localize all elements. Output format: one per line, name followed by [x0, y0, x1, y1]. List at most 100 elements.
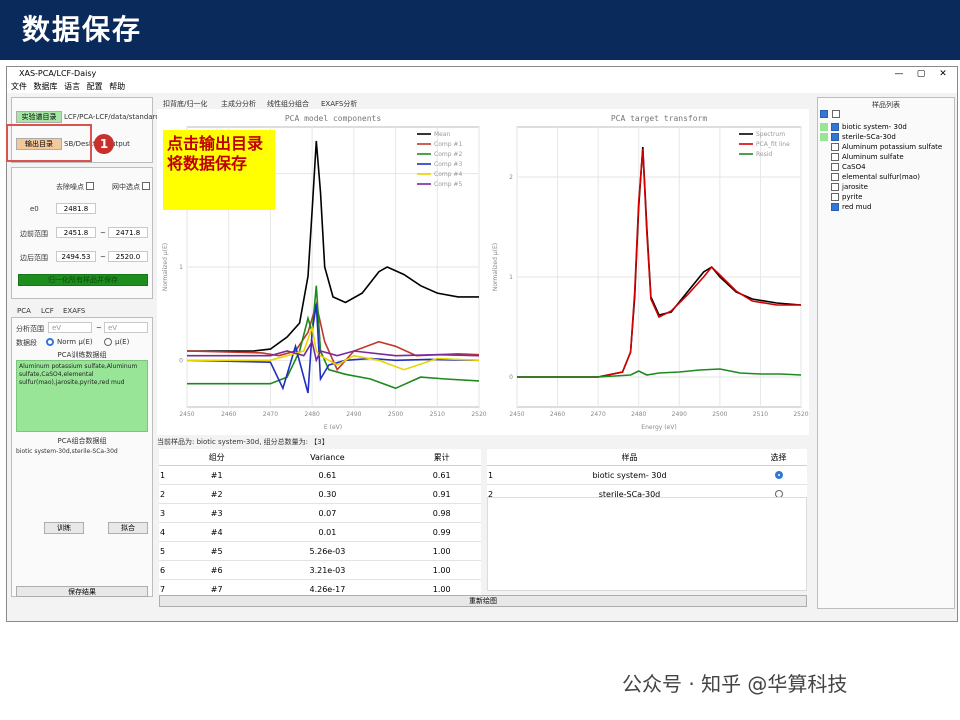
table-row[interactable]: 1 #1 0.61 0.61: [159, 465, 481, 485]
fit-button[interactable]: 拟合: [108, 522, 148, 534]
menu-language[interactable]: 语言: [64, 82, 80, 91]
sample-header-select: 选择: [750, 449, 807, 466]
components-cell-comp: #2: [181, 484, 253, 504]
sample-checkbox[interactable]: [831, 163, 839, 171]
x-tick-label: 2490: [672, 411, 687, 418]
maximize-icon[interactable]: ▢: [911, 67, 931, 81]
list-item[interactable]: Aluminum sulfate: [820, 152, 954, 162]
e0-input[interactable]: 2481.8: [56, 203, 96, 214]
tab-lcf[interactable]: LCF: [41, 307, 54, 315]
components-cell-variance: 3.21e-03: [252, 560, 403, 580]
train-button[interactable]: 训练: [44, 522, 84, 534]
sample-checkbox[interactable]: [831, 193, 839, 201]
menu-config[interactable]: 配置: [87, 82, 103, 91]
minimize-icon[interactable]: —: [889, 67, 909, 81]
grid-select-checkbox[interactable]: [142, 182, 150, 190]
redraw-button[interactable]: 重新绘图: [159, 595, 807, 607]
norm-radio[interactable]: [46, 338, 54, 346]
list-item[interactable]: sterile-SCa-30d: [820, 132, 954, 142]
x-axis-label: Energy (eV): [641, 424, 676, 431]
annotation-note: 点击输出目录将数据保存: [163, 130, 275, 210]
sample-checkbox[interactable]: [831, 153, 839, 161]
sample-name: Aluminum potassium sulfate: [842, 143, 943, 151]
output-dir-highlight: [6, 124, 92, 162]
slide-title: 数据保存: [0, 0, 960, 60]
components-cell-variance: 0.30: [252, 484, 403, 504]
components-cell-cumulative: 0.99: [402, 522, 481, 542]
legend-label: Comp #4: [434, 171, 462, 178]
select-all-checkbox[interactable]: [820, 110, 828, 118]
edge-from-input[interactable]: 2451.8: [56, 227, 96, 238]
list-item[interactable]: Aluminum potassium sulfate: [820, 142, 954, 152]
tab-background-normalize[interactable]: 扣背底/归一化: [163, 99, 207, 109]
sample-checkbox[interactable]: [831, 143, 839, 151]
tab-pca-analysis[interactable]: 主成分分析: [221, 99, 256, 109]
tab-exafs-analysis[interactable]: EXAFS分析: [321, 99, 357, 109]
list-item[interactable]: biotic system- 30d: [820, 122, 954, 132]
sample-list-title: 样品列表: [872, 101, 900, 109]
y-tick-label: 0: [509, 374, 513, 381]
sample-cell-name: biotic system- 30d: [509, 465, 750, 485]
sample-index-header: [487, 449, 509, 466]
list-item[interactable]: red mud: [820, 202, 954, 212]
list-item[interactable]: elemental sulfur(mao): [820, 172, 954, 182]
normalize-all-button[interactable]: 归一化所有样品并保存: [18, 274, 148, 286]
components-cell-comp: #3: [181, 503, 253, 523]
menu-database[interactable]: 数据库: [34, 82, 58, 91]
save-results-button[interactable]: 保存结果: [16, 586, 148, 597]
menu-file[interactable]: 文件: [11, 82, 27, 91]
components-cell-comp: #6: [181, 560, 253, 580]
menu-help[interactable]: 帮助: [109, 82, 125, 91]
components-cell-index: 5: [159, 541, 181, 561]
components-cell-index: 3: [159, 503, 181, 523]
range-to-input[interactable]: eV: [104, 322, 148, 333]
exp-dir-button[interactable]: 实验谱目录: [16, 111, 62, 123]
list-item[interactable]: CaSO4: [820, 162, 954, 172]
tab-exafs[interactable]: EXAFS: [63, 307, 85, 315]
sample-color-marker: [820, 133, 828, 141]
pca-panel: 分析范围 eV ~ eV 数据段 Norm μ(E) μ(E) PCA训练数据组…: [11, 317, 153, 597]
remove-noise-label: 去除噪点: [56, 183, 84, 191]
table-row[interactable]: 2 #2 0.30 0.91: [159, 484, 481, 504]
range-from-input[interactable]: eV: [48, 322, 92, 333]
table-row[interactable]: 5 #5 5.26e-03 1.00: [159, 541, 481, 561]
sample-checkbox[interactable]: [831, 133, 839, 141]
sample-table: 样品 选择 1 biotic system- 30d 2 sterile-SCa-30…: [487, 449, 807, 504]
grid-select-label: 网中选点: [112, 183, 140, 191]
status-text: 当前样品为: biotic system-30d, 组分总数量为: 【3】: [157, 438, 329, 446]
post-from-input[interactable]: 2494.53: [56, 251, 96, 262]
pca-train-list[interactable]: Aluminum potassium sulfate,Aluminum sulf…: [16, 360, 148, 432]
table-row[interactable]: 3 #3 0.07 0.98: [159, 503, 481, 523]
mu-radio[interactable]: [104, 338, 112, 346]
remove-noise-checkbox[interactable]: [86, 182, 94, 190]
table-row[interactable]: 6 #6 3.21e-03 1.00: [159, 560, 481, 580]
sample-checkbox[interactable]: [831, 123, 839, 131]
sample-list-panel: 样品列表 biotic system- 30d sterile-SCa-30d Al…: [817, 97, 955, 609]
legend-label: PCA_fit line: [756, 141, 790, 148]
x-tick-label: 2520: [793, 411, 808, 418]
components-index-header: [159, 449, 181, 466]
components-cell-comp: #5: [181, 541, 253, 561]
edge-to-input[interactable]: 2471.8: [108, 227, 148, 238]
sample-color-marker: [820, 143, 828, 151]
close-icon[interactable]: ✕: [933, 67, 953, 81]
pca-combo-list[interactable]: biotic system-30d,sterile-SCa-30d: [16, 448, 148, 455]
sample-checkbox[interactable]: [831, 203, 839, 211]
sample-checkbox[interactable]: [831, 173, 839, 181]
components-cell-index: 2: [159, 484, 181, 504]
table-row[interactable]: 1 biotic system- 30d: [487, 465, 807, 485]
sample-checkbox[interactable]: [831, 183, 839, 191]
sample-select-radio[interactable]: [774, 471, 783, 479]
x-tick-label: 2490: [346, 411, 361, 418]
post-to-input[interactable]: 2520.0: [108, 251, 148, 262]
sample-cell-index: 1: [487, 465, 509, 485]
list-item[interactable]: pyrite: [820, 192, 954, 202]
menu-bar: 文件 数据库 语言 配置 帮助: [7, 81, 957, 93]
table-row[interactable]: 4 #4 0.01 0.99: [159, 522, 481, 542]
select-none-checkbox[interactable]: [832, 110, 840, 118]
list-item[interactable]: jarosite: [820, 182, 954, 192]
tab-linear-combination[interactable]: 线性组分组合: [267, 99, 309, 109]
sample-color-marker: [820, 173, 828, 181]
window-titlebar: XAS-PCA/LCF-Daisy — ▢ ✕: [7, 67, 957, 81]
tab-pca[interactable]: PCA: [17, 307, 31, 315]
